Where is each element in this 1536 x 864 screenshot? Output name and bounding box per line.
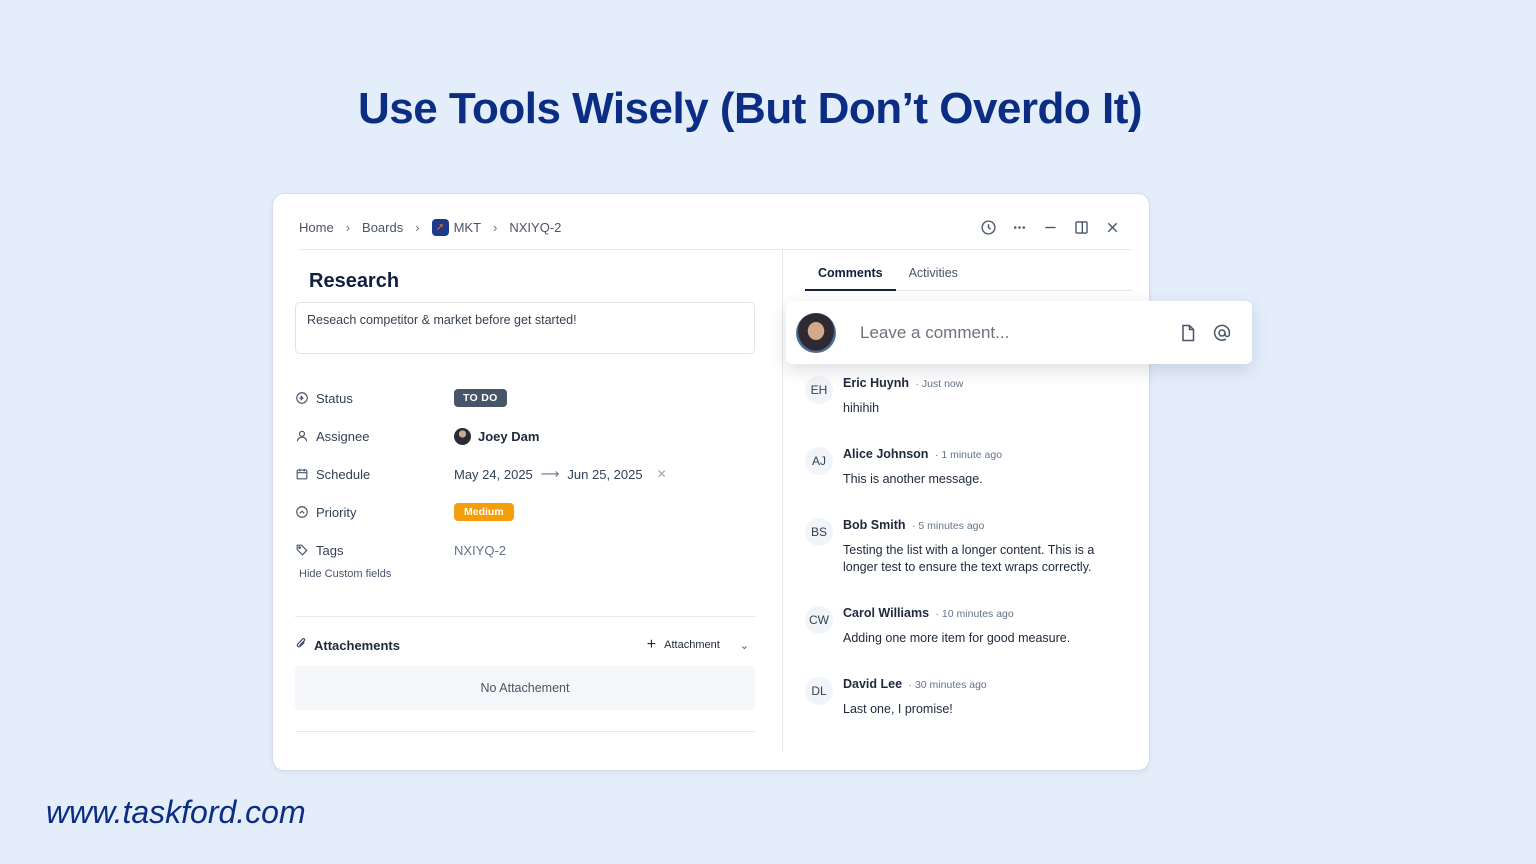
comment-composer: [786, 301, 1252, 364]
tag-value[interactable]: NXIYQ-2: [454, 543, 506, 558]
assignee-value[interactable]: Joey Dam: [478, 429, 539, 444]
avatar: AJ: [805, 447, 833, 475]
status-icon: [295, 391, 309, 405]
avatar: BS: [805, 518, 833, 546]
comment-time: · 5 minutes ago: [911, 520, 985, 532]
comment-header: Carol Williams · 10 minutes ago: [843, 606, 1014, 620]
minimize-icon[interactable]: [1042, 219, 1059, 236]
priority-row: Priority Medium: [295, 500, 755, 524]
divider: [295, 616, 755, 617]
attachments-label: Attachements: [314, 637, 400, 653]
tab-comments[interactable]: Comments: [805, 266, 896, 291]
task-description[interactable]: Reseach competitor & market before get s…: [295, 302, 755, 354]
breadcrumb-boards[interactable]: Boards: [362, 220, 403, 235]
tab-activities[interactable]: Activities: [896, 266, 971, 291]
comment-author: Carol Williams: [843, 606, 930, 620]
status-badge[interactable]: TO DO: [454, 389, 507, 407]
plus-icon: +: [646, 636, 657, 653]
task-detail-panel: Home › Boards › ➚ MKT › NXIYQ-2 Research…: [272, 193, 1150, 771]
rocket-icon: ➚: [431, 219, 449, 236]
tags-row: Tags NXIYQ-2: [295, 538, 755, 562]
mention-icon[interactable]: [1212, 323, 1232, 343]
breadcrumb-project[interactable]: MKT: [454, 220, 481, 235]
page-headline: Use Tools Wisely (But Don’t Overdo It): [357, 84, 1143, 133]
tags-label: Tags: [316, 542, 344, 558]
comment-time: · 30 minutes ago: [908, 679, 987, 691]
comment-header: David Lee · 30 minutes ago: [843, 677, 987, 691]
paperclip-icon: [295, 637, 308, 653]
avatar: [454, 427, 471, 445]
split-view-icon[interactable]: [1073, 219, 1090, 236]
add-attachment-label: Attachment: [664, 639, 720, 651]
tag-icon: [295, 543, 309, 557]
comment-author: Alice Johnson: [843, 447, 929, 461]
comment-text: Adding one more item for good measure.: [843, 631, 1071, 645]
comment-text: hihihih: [843, 401, 880, 415]
empty-attachments: No Attachement: [295, 666, 755, 710]
composer-actions: [1178, 323, 1232, 343]
comment-time: · 10 minutes ago: [935, 608, 1014, 620]
calendar-icon: [295, 467, 309, 481]
comment-author: David Lee: [843, 677, 903, 691]
divider: [295, 731, 755, 732]
clock-icon[interactable]: [980, 219, 997, 236]
add-attachment-button[interactable]: + Attachment: [647, 636, 720, 654]
arrow-right-icon: ⟶: [540, 466, 560, 481]
user-icon: [295, 429, 309, 443]
breadcrumb-home[interactable]: Home: [299, 220, 334, 235]
chevron-down-icon[interactable]: ⌄: [740, 639, 749, 652]
comment-header: Bob Smith · 5 minutes ago: [843, 518, 984, 532]
comment-time: · Just now: [915, 378, 964, 390]
breadcrumb-task-id[interactable]: NXIYQ-2: [509, 220, 561, 235]
attachments-header: Attachements + Attachment ⌄: [295, 636, 755, 654]
comment-author: Bob Smith: [843, 518, 906, 532]
priority-badge[interactable]: Medium: [454, 503, 514, 521]
priority-label: Priority: [316, 504, 357, 520]
breadcrumb: Home › Boards › ➚ MKT › NXIYQ-2: [299, 219, 561, 236]
comment-text: Testing the list with a longer content. …: [843, 543, 1095, 574]
status-row: Status TO DO: [295, 386, 755, 410]
comment-tabs: Comments Activities: [805, 266, 1133, 291]
chevron-right-icon: ›: [345, 220, 351, 235]
window-actions: [980, 219, 1121, 236]
clear-icon[interactable]: ✕: [657, 467, 667, 481]
comment-header: Eric Huynh · Just now: [843, 376, 963, 390]
comment-text: Last one, I promise!: [843, 702, 953, 716]
schedule-start-date[interactable]: May 24, 2025: [454, 467, 533, 482]
schedule-label: Schedule: [316, 466, 371, 482]
chevron-right-icon: ›: [415, 220, 420, 235]
comment-author: Eric Huynh: [843, 376, 909, 390]
hide-custom-fields-link[interactable]: Hide Custom fields: [299, 568, 391, 580]
comment-input[interactable]: [860, 322, 1150, 343]
schedule-end-date[interactable]: Jun 25, 2025: [567, 467, 642, 482]
avatar: [796, 312, 836, 353]
pane-divider: [782, 250, 783, 752]
assignee-row: Assignee Joey Dam: [295, 424, 755, 448]
avatar: EH: [805, 376, 833, 404]
schedule-row: Schedule May 24, 2025 ⟶ Jun 25, 2025 ✕: [295, 462, 755, 486]
status-label: Status: [316, 390, 353, 406]
task-topbar: Home › Boards › ➚ MKT › NXIYQ-2: [299, 214, 1131, 250]
close-icon[interactable]: [1104, 219, 1121, 236]
website-url: www.taskford.com: [46, 794, 306, 830]
assignee-label: Assignee: [316, 428, 370, 444]
comment-text: This is another message.: [843, 472, 983, 486]
chevron-right-icon: ›: [493, 220, 498, 235]
avatar: CW: [805, 606, 833, 634]
comment-header: Alice Johnson · 1 minute ago: [843, 447, 1002, 461]
comment-time: · 1 minute ago: [934, 449, 1003, 461]
priority-icon: [295, 505, 309, 519]
task-title[interactable]: Research: [309, 270, 399, 293]
more-options-icon[interactable]: [1011, 219, 1028, 236]
avatar: DL: [805, 677, 833, 705]
file-icon[interactable]: [1178, 323, 1198, 343]
